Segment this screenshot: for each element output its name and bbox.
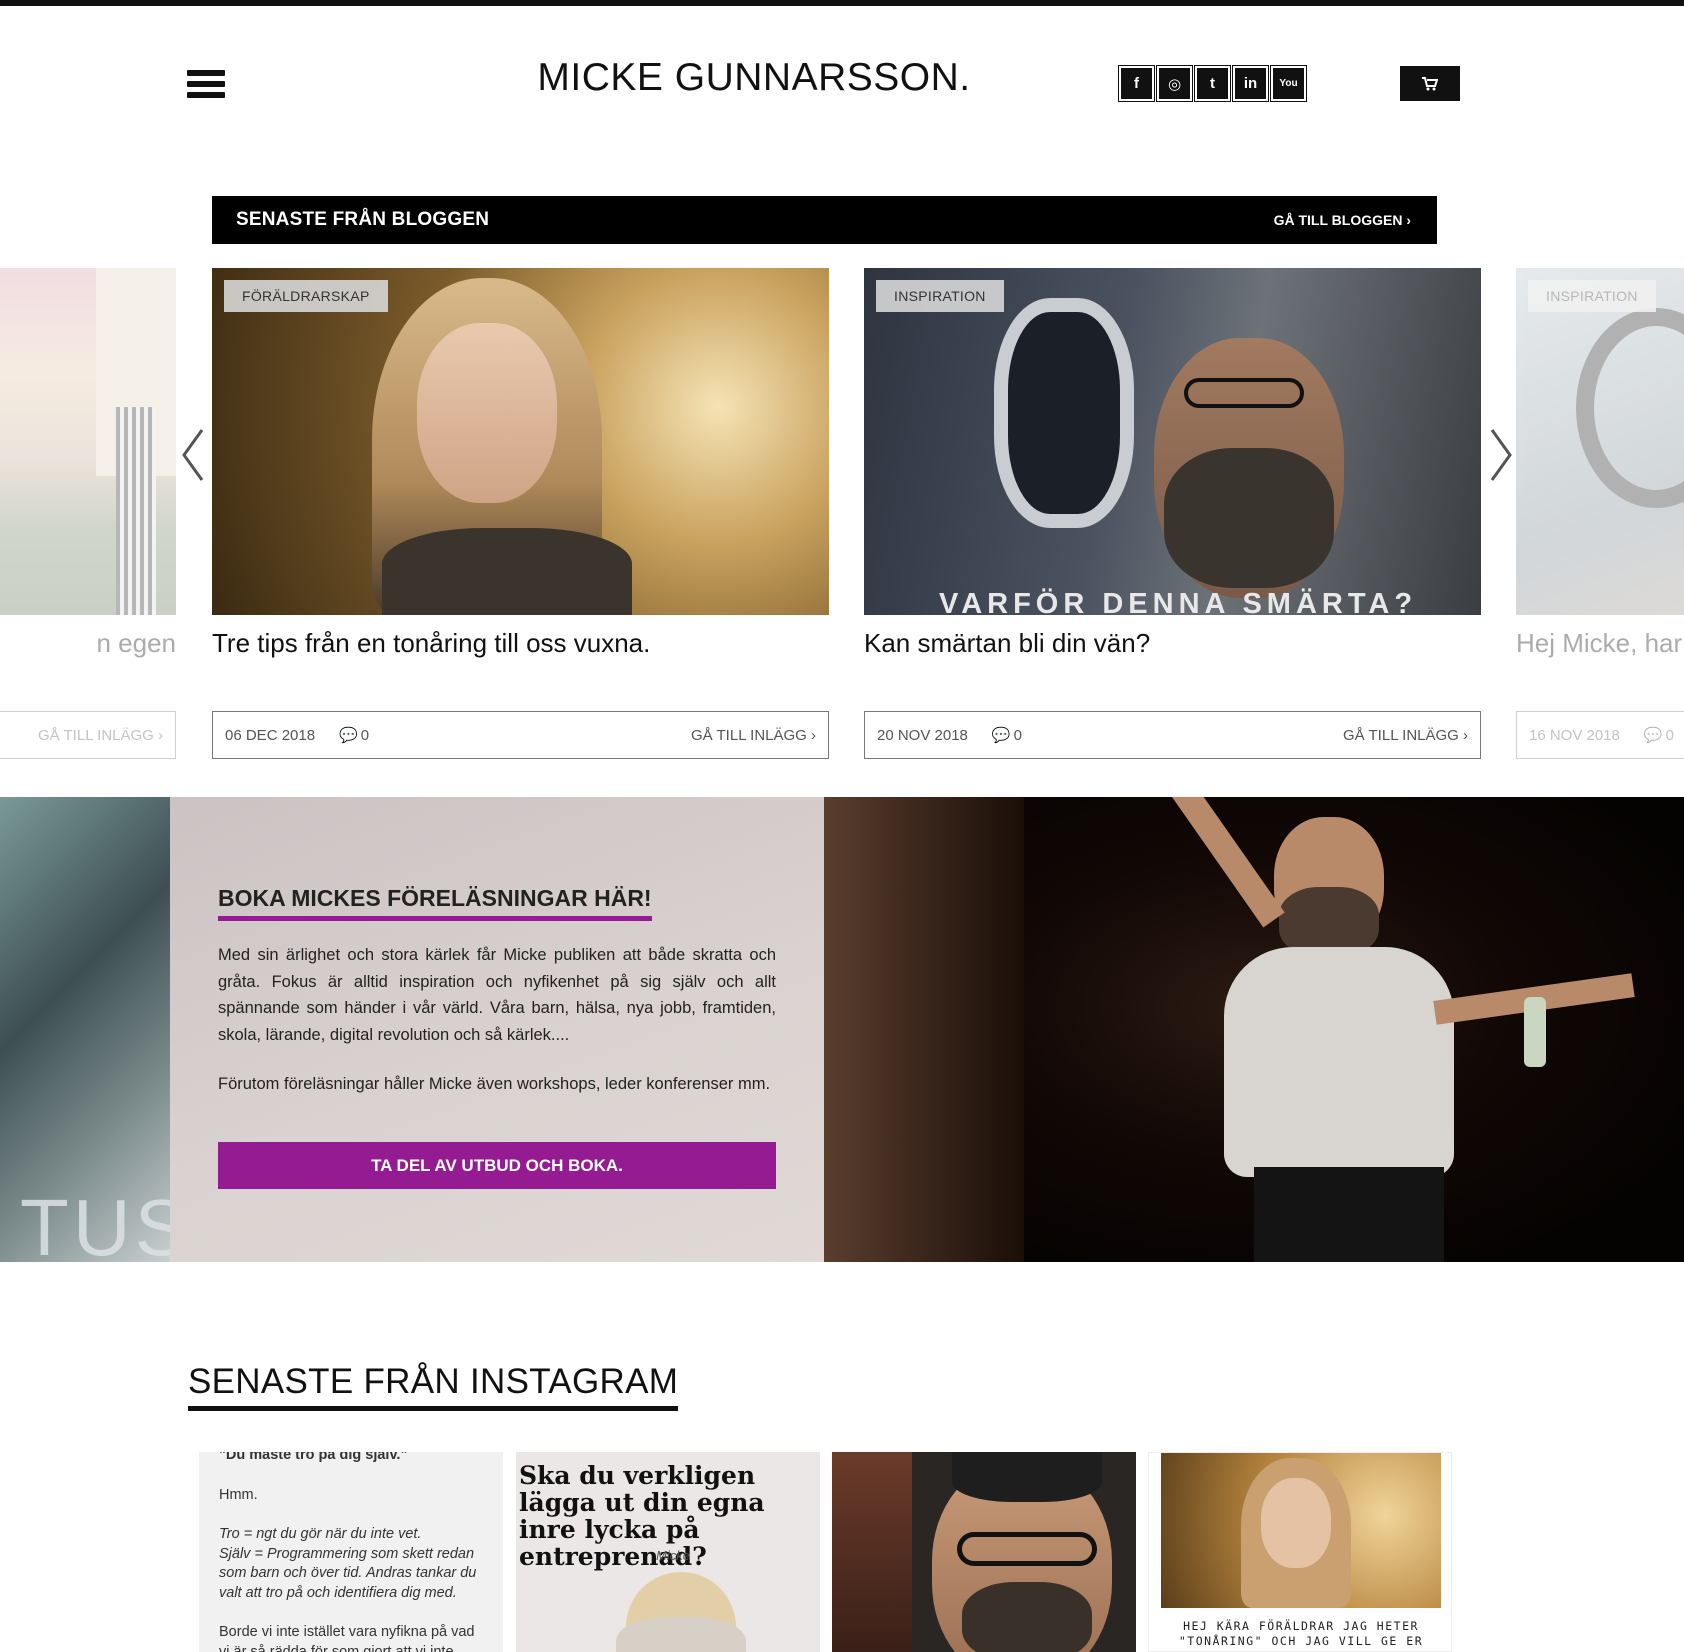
blog-header-bar: SENASTE FRÅN BLOGGEN GÅ TILL BLOGGEN › (212, 196, 1437, 244)
booking-paragraph: Med sin ärlighet och stora kärlek får Mi… (218, 946, 776, 1044)
top-border (0, 0, 1684, 6)
booking-paragraph: Förutom föreläsningar håller Micke även … (218, 1075, 771, 1093)
post-date: 06 DEC 2018 (225, 726, 316, 744)
blog-card-image: VARFÖR DENNA SMÄRTA? INSPIRATION (864, 268, 1481, 615)
image-caption: VARFÖR DENNA SMÄRTA? (939, 588, 1418, 615)
carousel-next-icon[interactable] (1484, 420, 1518, 490)
blog-card[interactable]: n egen GÅ TILL INLÄGG › (0, 268, 176, 759)
post-text: "Du måste tro på dig själv." (219, 1452, 408, 1463)
blog-card-title[interactable]: Hej Micke, har (1516, 628, 1682, 659)
carousel-prev-icon[interactable] (176, 420, 210, 490)
category-tag[interactable]: INSPIRATION (1528, 280, 1656, 312)
post-text: Själv = Programmering som skett redan so… (219, 1545, 477, 1601)
instagram-post[interactable]: Ska du verkligen lägga ut din egna inre … (516, 1452, 820, 1652)
go-to-post-link[interactable]: GÅ TILL INLÄGG › (38, 727, 163, 744)
blog-heading: SENASTE FRÅN BLOGGEN (236, 209, 490, 230)
blog-card-image: FÖRÄLDRARSKAP (212, 268, 829, 615)
twitter-icon[interactable]: t (1194, 65, 1231, 102)
comment-count[interactable]: 💬 0 (339, 726, 369, 745)
post-signature: Micke (656, 1548, 690, 1563)
cart-button[interactable] (1400, 66, 1460, 101)
go-to-post-link[interactable]: GÅ TILL INLÄGG › (1343, 727, 1468, 744)
comment-icon: 💬 (1643, 727, 1663, 744)
post-caption: HEJ KÄRA FÖRÄLDRAR JAG HETER "TONÅRING" … (1178, 1619, 1424, 1651)
go-to-blog-link[interactable]: GÅ TILL BLOGGEN › (1274, 212, 1411, 228)
booking-heading: BOKA MICKES FÖRELÄSNINGAR HÄR! (218, 885, 652, 921)
blog-card-title[interactable]: Tre tips från en tonåring till oss vuxna… (212, 628, 650, 659)
blog-card[interactable]: FÖRÄLDRARSKAP Tre tips från en tonåring … (212, 268, 829, 759)
comment-icon: 💬 (339, 727, 358, 744)
instagram-post[interactable] (832, 1452, 1136, 1652)
social-links: f ◎ t in You (1118, 65, 1307, 102)
cart-icon (1422, 76, 1438, 90)
menu-icon[interactable] (187, 70, 225, 104)
speaker-photo (824, 797, 1684, 1262)
post-text: Tro = ngt du gör när du inte vet. (219, 1526, 422, 1542)
post-text: Hmm. (219, 1486, 258, 1503)
site-title[interactable]: MICKE GUNNARSSON. (500, 56, 1008, 100)
linkedin-icon[interactable]: in (1232, 65, 1269, 102)
blog-card-footer: 20 NOV 2018 💬 0 GÅ TILL INLÄGG › (864, 711, 1481, 759)
booking-section: TUSSPENN BOKA MICKES FÖRELÄSNINGAR HÄR! … (0, 797, 1684, 1262)
blog-card-image: INSPIRATION (1516, 268, 1684, 615)
post-text: Borde vi inte istället vara nyfikna på v… (219, 1624, 475, 1652)
facebook-icon[interactable]: f (1118, 65, 1155, 102)
blog-card[interactable]: INSPIRATION Hej Micke, har 16 NOV 2018 💬… (1516, 268, 1684, 759)
instagram-icon[interactable]: ◎ (1156, 65, 1193, 102)
instagram-post[interactable]: "Du måste tro på dig själv." Hmm. Tro = … (199, 1452, 503, 1652)
comment-count[interactable]: 💬 0 (1643, 726, 1674, 745)
blog-card[interactable]: VARFÖR DENNA SMÄRTA? INSPIRATION Kan smä… (864, 268, 1481, 759)
blog-card-footer: 06 DEC 2018 💬 0 GÅ TILL INLÄGG › (212, 711, 829, 759)
category-tag[interactable]: FÖRÄLDRARSKAP (224, 280, 388, 312)
category-tag[interactable]: INSPIRATION (876, 280, 1004, 312)
comment-count[interactable]: 💬 0 (991, 726, 1022, 745)
go-to-post-link[interactable]: GÅ TILL INLÄGG › (691, 727, 816, 744)
post-date: 20 NOV 2018 (877, 726, 968, 744)
comment-icon: 💬 (991, 727, 1011, 744)
instagram-post[interactable]: HEJ KÄRA FÖRÄLDRAR JAG HETER "TONÅRING" … (1148, 1452, 1452, 1652)
blog-card-title[interactable]: Kan smärtan bli din vän? (864, 628, 1150, 659)
book-button[interactable]: TA DEL AV UTBUD OCH BOKA. (218, 1142, 776, 1189)
blog-card-footer: GÅ TILL INLÄGG › (0, 711, 176, 759)
blog-card-footer: 16 NOV 2018 💬 0 (1516, 711, 1684, 759)
instagram-heading: SENASTE FRÅN INSTAGRAM (188, 1362, 679, 1411)
blog-card-image (0, 268, 176, 615)
post-date: 16 NOV 2018 (1529, 726, 1620, 744)
background-image: TUSSPENN (0, 797, 484, 1262)
youtube-icon[interactable]: You (1270, 65, 1307, 102)
blog-card-title[interactable]: n egen (96, 628, 176, 659)
